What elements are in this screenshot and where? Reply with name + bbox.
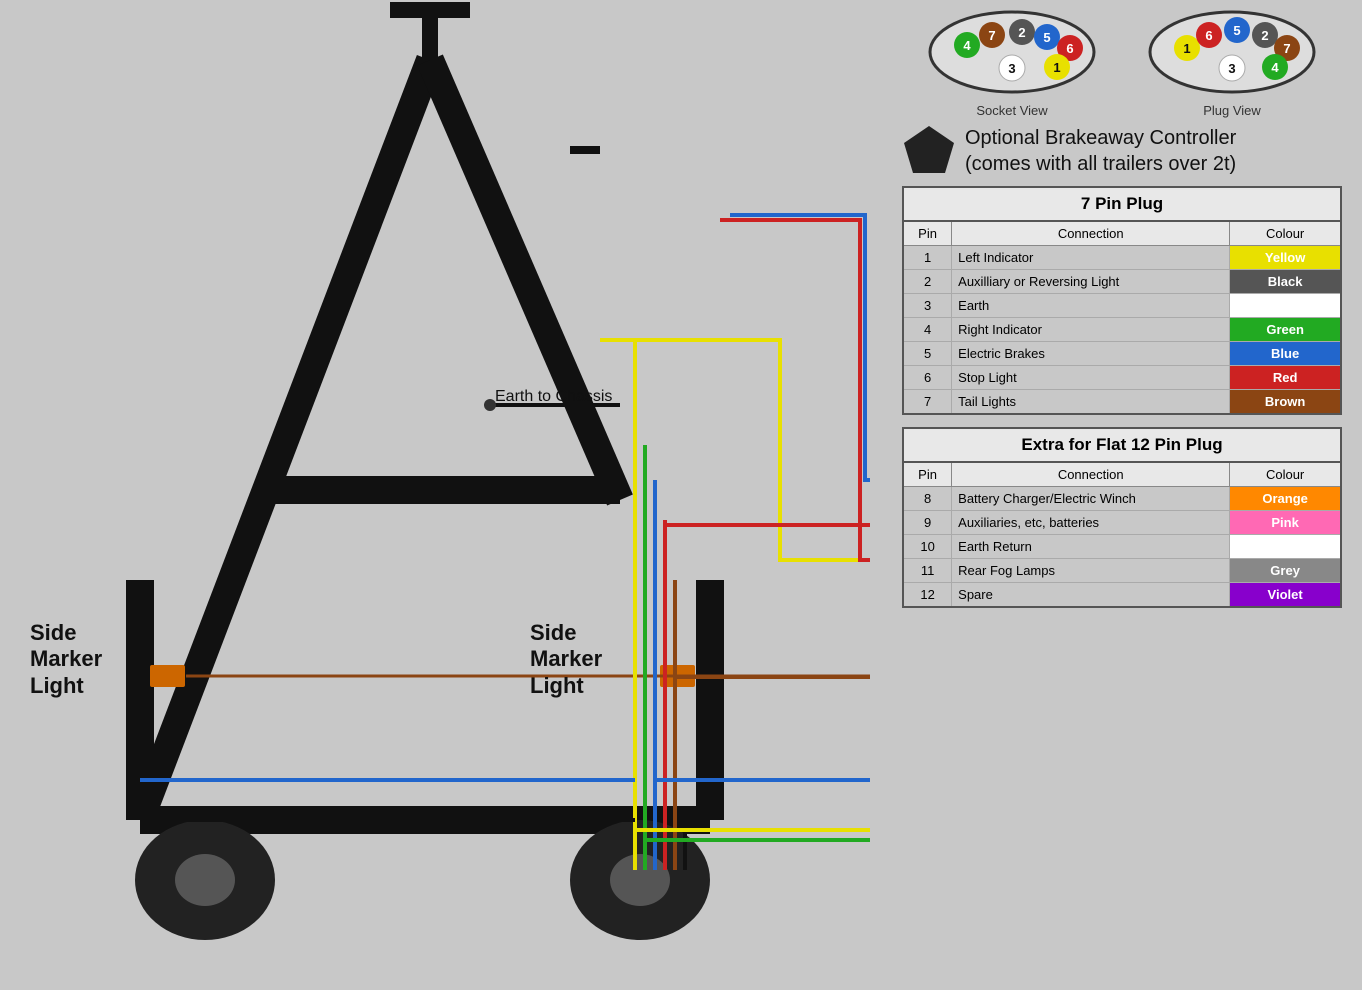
- connection-name: Spare: [952, 583, 1230, 608]
- pin-number: 7: [903, 390, 952, 415]
- seven-pin-table: 7 Pin Plug Pin Connection Colour 1 Left …: [902, 186, 1342, 415]
- connection-name: Stop Light: [952, 366, 1230, 390]
- twelve-pin-table: Extra for Flat 12 Pin Plug Pin Connectio…: [902, 427, 1342, 608]
- table-row: 9 Auxiliaries, etc, batteries Pink: [903, 511, 1341, 535]
- pin-number: 9: [903, 511, 952, 535]
- pin-number: 4: [903, 318, 952, 342]
- col-header-connection: Connection: [952, 221, 1230, 246]
- table-row: 1 Left Indicator Yellow: [903, 246, 1341, 270]
- pin-number: 8: [903, 487, 952, 511]
- table-row: 2 Auxilliary or Reversing Light Black: [903, 270, 1341, 294]
- svg-text:1: 1: [1183, 41, 1190, 56]
- brakeaway-title: Optional Brakeaway Controller (comes wit…: [965, 125, 1236, 177]
- svg-text:1: 1: [1053, 60, 1060, 75]
- table-row: 10 Earth Return White: [903, 535, 1341, 559]
- col-header-connection2: Connection: [952, 462, 1230, 487]
- pin-number: 11: [903, 559, 952, 583]
- colour-cell: Yellow: [1230, 246, 1341, 270]
- connector-diagrams: 4 7 2 3 5 6 1 Socket View 1 6 5 3 2 7 4: [902, 10, 1342, 118]
- col-header-colour2: Colour: [1230, 462, 1341, 487]
- table-row: 8 Battery Charger/Electric Winch Orange: [903, 487, 1341, 511]
- connection-name: Rear Fog Lamps: [952, 559, 1230, 583]
- socket-diagram: 4 7 2 3 5 6 1 Socket View: [927, 10, 1097, 118]
- pin-number: 6: [903, 366, 952, 390]
- table-row: 5 Electric Brakes Blue: [903, 342, 1341, 366]
- col-header-colour: Colour: [1230, 221, 1341, 246]
- plug-label: Plug View: [1147, 103, 1317, 118]
- twelve-pin-title: Extra for Flat 12 Pin Plug: [903, 428, 1341, 462]
- svg-text:3: 3: [1008, 61, 1015, 76]
- colour-cell: Pink: [1230, 511, 1341, 535]
- table-row: 4 Right Indicator Green: [903, 318, 1341, 342]
- svg-text:6: 6: [1066, 41, 1073, 56]
- col-header-pin: Pin: [903, 221, 952, 246]
- pin-number: 2: [903, 270, 952, 294]
- colour-cell: Orange: [1230, 487, 1341, 511]
- connection-name: Tail Lights: [952, 390, 1230, 415]
- seven-pin-table-container: 7 Pin Plug Pin Connection Colour 1 Left …: [902, 186, 1342, 415]
- connection-name: Earth: [952, 294, 1230, 318]
- right-panel: 4 7 2 3 5 6 1 Socket View 1 6 5 3 2 7 4: [892, 0, 1352, 990]
- colour-cell: White: [1230, 535, 1341, 559]
- colour-cell: Red: [1230, 366, 1341, 390]
- colour-cell: Blue: [1230, 342, 1341, 366]
- colour-cell: Black: [1230, 270, 1341, 294]
- side-marker-left-label: Side Marker Light: [30, 620, 102, 699]
- connection-name: Auxilliary or Reversing Light: [952, 270, 1230, 294]
- pin-number: 1: [903, 246, 952, 270]
- pin-number: 5: [903, 342, 952, 366]
- earth-chassis-label: Earth to Chassis: [495, 388, 612, 406]
- svg-text:7: 7: [1283, 41, 1290, 56]
- svg-text:2: 2: [1261, 28, 1268, 43]
- colour-cell: White: [1230, 294, 1341, 318]
- connection-name: Left Indicator: [952, 246, 1230, 270]
- col-header-pin2: Pin: [903, 462, 952, 487]
- table-row: 11 Rear Fog Lamps Grey: [903, 559, 1341, 583]
- seven-pin-title: 7 Pin Plug: [903, 187, 1341, 221]
- svg-text:4: 4: [1271, 60, 1279, 75]
- svg-text:5: 5: [1043, 30, 1050, 45]
- connection-name: Right Indicator: [952, 318, 1230, 342]
- svg-text:2: 2: [1018, 25, 1025, 40]
- table-row: 7 Tail Lights Brown: [903, 390, 1341, 415]
- svg-text:7: 7: [988, 28, 995, 43]
- colour-cell: Brown: [1230, 390, 1341, 415]
- table-row: 3 Earth White: [903, 294, 1341, 318]
- colour-cell: Violet: [1230, 583, 1341, 608]
- colour-cell: Green: [1230, 318, 1341, 342]
- colour-cell: Grey: [1230, 559, 1341, 583]
- svg-text:5: 5: [1233, 23, 1240, 38]
- svg-text:3: 3: [1228, 61, 1235, 76]
- table-row: 12 Spare Violet: [903, 583, 1341, 608]
- connection-name: Battery Charger/Electric Winch: [952, 487, 1230, 511]
- socket-label: Socket View: [927, 103, 1097, 118]
- side-marker-right-label: Side Marker Light: [530, 620, 602, 699]
- pin-number: 3: [903, 294, 952, 318]
- plug-diagram: 1 6 5 3 2 7 4 Plug View: [1147, 10, 1317, 118]
- connection-name: Auxiliaries, etc, batteries: [952, 511, 1230, 535]
- pin-number: 10: [903, 535, 952, 559]
- table-row: 6 Stop Light Red: [903, 366, 1341, 390]
- pin-number: 12: [903, 583, 952, 608]
- twelve-pin-table-container: Extra for Flat 12 Pin Plug Pin Connectio…: [902, 427, 1342, 608]
- connection-name: Electric Brakes: [952, 342, 1230, 366]
- connection-name: Earth Return: [952, 535, 1230, 559]
- svg-text:6: 6: [1205, 28, 1212, 43]
- svg-text:4: 4: [963, 38, 971, 53]
